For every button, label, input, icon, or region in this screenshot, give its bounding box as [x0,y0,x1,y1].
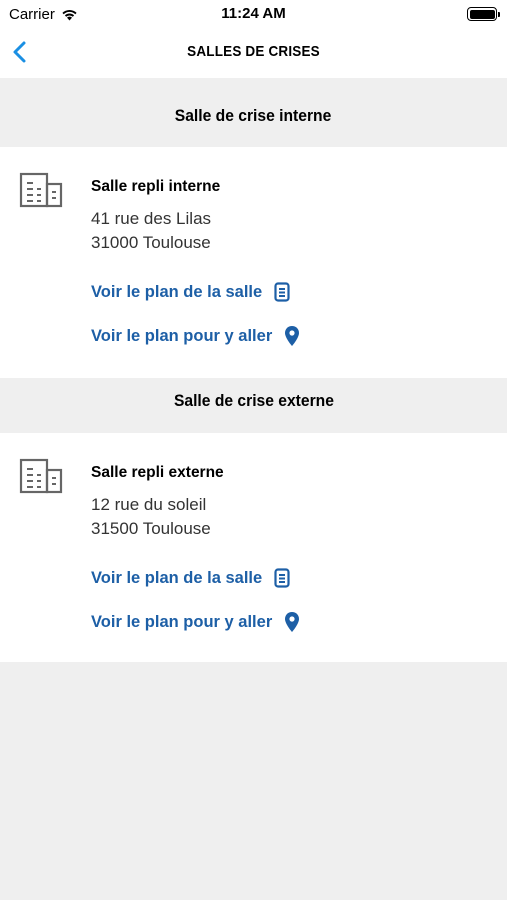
address-line1: 41 rue des Lilas [91,209,212,228]
room-card-externe: Salle repli externe 12 rue du soleil 315… [0,433,507,662]
document-icon [274,282,290,302]
view-room-plan-label: Voir le plan de la salle [91,282,263,301]
map-pin-icon [285,612,300,632]
address-line1: 12 rue du soleil [91,495,207,514]
section-title: Salle de crise interne [175,106,332,125]
view-route-map-link[interactable]: Voir le plan pour y aller [91,325,300,347]
status-time: 11:24 AM [221,5,286,22]
room-card-interne: Salle repli interne 41 rue des Lilas 310… [0,147,507,378]
map-pin-icon [285,326,300,346]
section-header-interne: Salle de crise interne [0,106,507,146]
page-title: SALLES DE CRISES [187,43,320,60]
section-title: Salle de crise externe [173,391,334,410]
view-room-plan-link[interactable]: Voir le plan de la salle [91,282,290,302]
address-line2: 31000 Toulouse [91,233,211,252]
building-icon [19,458,63,494]
document-icon [274,568,290,588]
view-route-map-label: Voir le plan pour y aller [91,612,273,631]
building-icon [19,172,63,208]
view-route-map-link[interactable]: Voir le plan pour y aller [91,611,300,633]
nav-bar: SALLES DE CRISES [0,30,507,78]
view-room-plan-label: Voir le plan de la salle [91,568,263,587]
address-line2: 31500 Toulouse [91,519,211,538]
room-name: Salle repli externe [91,464,224,481]
section-header-externe: Salle de crise externe [0,391,507,431]
status-bar: Carrier 11:24 AM [0,0,507,30]
battery-icon [467,7,500,21]
view-route-map-label: Voir le plan pour y aller [91,326,273,345]
room-name: Salle repli interne [91,178,221,195]
view-room-plan-link[interactable]: Voir le plan de la salle [91,568,290,588]
